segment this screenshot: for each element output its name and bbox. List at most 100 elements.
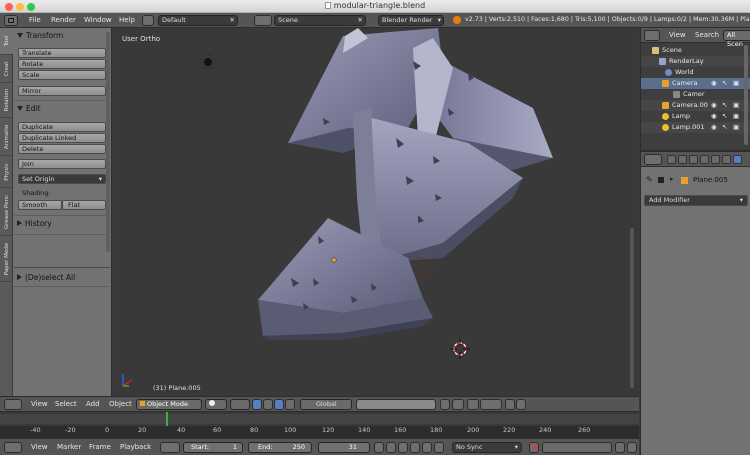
play-reverse-icon[interactable]: [398, 442, 408, 453]
close-icon[interactable]: ✕: [230, 16, 235, 25]
manipulator-toggle[interactable]: [252, 399, 262, 410]
world-tab-icon[interactable]: [700, 155, 709, 164]
opengl-render-icon[interactable]: [505, 399, 515, 410]
add-modifier-menu[interactable]: Add Modifier ▾: [644, 195, 748, 206]
menu-marker[interactable]: Marker: [57, 443, 81, 451]
record-icon[interactable]: [529, 442, 539, 453]
menu-window[interactable]: Window: [84, 16, 112, 24]
jump-end-icon[interactable]: [434, 442, 444, 453]
outliner-item-lamp-001[interactable]: Lamp.001 ◉ ↖ ▣: [641, 122, 750, 133]
join-button[interactable]: Join: [18, 159, 106, 169]
display-mode-select[interactable]: All Scen: [723, 30, 750, 48]
timeline-scrollbar[interactable]: [0, 414, 639, 424]
scale-manipulator-icon[interactable]: [285, 399, 295, 410]
outliner-menu-view[interactable]: View: [669, 31, 686, 39]
outliner-item-render-layers[interactable]: RenderLay: [641, 56, 750, 67]
lock-camera-icon[interactable]: [440, 399, 450, 410]
renderable-camera-icon[interactable]: ▣: [733, 78, 739, 89]
renderable-camera-icon[interactable]: ▣: [733, 111, 739, 122]
object-tab-icon[interactable]: [711, 155, 720, 164]
pivot-point-select[interactable]: [230, 399, 250, 410]
jump-start-icon[interactable]: [374, 442, 384, 453]
visibility-eye-icon[interactable]: ◉: [711, 78, 717, 89]
jump-keyframe-forward-icon[interactable]: [422, 442, 432, 453]
editor-type-icon[interactable]: [644, 30, 660, 41]
jump-keyframe-back-icon[interactable]: [386, 442, 396, 453]
play-icon[interactable]: [410, 442, 420, 453]
menu-object[interactable]: Object: [109, 400, 132, 408]
editor-type-icon[interactable]: [644, 154, 662, 165]
edit-panel-header[interactable]: Edit: [15, 104, 110, 115]
render-layers-tab-icon[interactable]: [678, 155, 687, 164]
preview-range-toggle[interactable]: [160, 442, 180, 453]
scene-tab-icon[interactable]: [689, 155, 698, 164]
editor-type-icon[interactable]: [4, 442, 22, 453]
scene-select[interactable]: Scene ✕: [274, 15, 366, 26]
layer-buttons[interactable]: [356, 399, 436, 410]
outliner-item-world[interactable]: World: [641, 67, 750, 78]
proportional-edit-icon[interactable]: [452, 399, 464, 410]
rotate-button[interactable]: Rotate: [18, 59, 106, 69]
last-operator-panel-header[interactable]: (De)select All: [15, 273, 110, 284]
screen-layout-select[interactable]: Default ✕: [158, 15, 238, 26]
renderable-camera-icon[interactable]: ▣: [733, 100, 739, 111]
outliner-item-lamp[interactable]: Lamp ◉ ↖ ▣: [641, 111, 750, 122]
set-origin-menu[interactable]: Set Origin ▾: [18, 174, 106, 184]
interaction-mode-select[interactable]: Object Mode: [136, 399, 202, 410]
keying-set-field[interactable]: [542, 442, 612, 453]
current-frame-field[interactable]: 31: [318, 442, 370, 453]
duplicate-linked-button[interactable]: Duplicate Linked: [18, 133, 106, 143]
snap-icon[interactable]: [467, 399, 479, 410]
translate-button[interactable]: Translate: [18, 48, 106, 58]
selectable-cursor-icon[interactable]: ↖: [722, 122, 727, 133]
render-tab-icon[interactable]: [667, 155, 676, 164]
editor-type-icon[interactable]: [4, 399, 22, 410]
renderable-camera-icon[interactable]: ▣: [733, 122, 739, 133]
outliner-menu-search[interactable]: Search: [695, 31, 719, 39]
menu-add[interactable]: Add: [86, 400, 100, 408]
delete-button[interactable]: Delete: [18, 144, 106, 154]
sync-mode-select[interactable]: No Sync ▾: [452, 442, 522, 453]
3d-cursor-icon[interactable]: [450, 339, 470, 359]
close-icon[interactable]: ✕: [358, 16, 363, 25]
transform-orientation-select[interactable]: Global: [300, 399, 352, 410]
viewport-scrollbar[interactable]: [630, 228, 634, 388]
tool-shelf-scrollbar[interactable]: [106, 32, 110, 252]
modifiers-tab-icon[interactable]: [733, 155, 742, 164]
shade-flat-button[interactable]: Flat: [62, 200, 106, 210]
duplicate-button[interactable]: Duplicate: [18, 122, 106, 132]
delete-keyframe-icon[interactable]: [627, 442, 637, 453]
outliner-scrollbar[interactable]: [744, 45, 748, 145]
object-origin-point[interactable]: [331, 257, 337, 263]
visibility-eye-icon[interactable]: ◉: [711, 100, 717, 111]
outliner-item-camera[interactable]: Camera ◉ ↖ ▣: [641, 78, 750, 89]
render-engine-select[interactable]: Blender Render ▾: [378, 15, 444, 26]
selectable-cursor-icon[interactable]: ↖: [722, 100, 727, 111]
tab-paper-model[interactable]: Paper Mode: [0, 236, 13, 282]
shade-smooth-button[interactable]: Smooth: [18, 200, 62, 210]
menu-playback[interactable]: Playback: [120, 443, 151, 451]
selectable-cursor-icon[interactable]: ↖: [722, 78, 727, 89]
snap-element-select[interactable]: [480, 399, 502, 410]
transform-panel-header[interactable]: Transform: [15, 31, 110, 42]
constraints-tab-icon[interactable]: [722, 155, 731, 164]
viewport-shading-select[interactable]: [205, 399, 227, 410]
scene-selector-icon[interactable]: [254, 15, 272, 26]
pin-icon[interactable]: ✎: [646, 175, 653, 184]
outliner-item-camera-001[interactable]: Camera.00 ◉ ↖ ▣: [641, 100, 750, 111]
scale-button[interactable]: Scale: [18, 70, 106, 80]
timeline-editor[interactable]: -40 -20 0 20 40 60 80 100 120 140 160 18…: [0, 411, 639, 439]
selectable-cursor-icon[interactable]: ↖: [722, 111, 727, 122]
end-frame-field[interactable]: End: 250: [248, 442, 312, 453]
menu-file[interactable]: File: [29, 16, 41, 24]
menu-select[interactable]: Select: [55, 400, 77, 408]
screen-layout-icon[interactable]: [142, 15, 154, 26]
rotate-manipulator-icon[interactable]: [274, 399, 284, 410]
lamp-icon[interactable]: [204, 58, 212, 66]
menu-view[interactable]: View: [31, 443, 48, 451]
opengl-animation-icon[interactable]: [516, 399, 526, 410]
visibility-eye-icon[interactable]: ◉: [711, 111, 717, 122]
visibility-eye-icon[interactable]: ◉: [711, 122, 717, 133]
menu-help[interactable]: Help: [119, 16, 135, 24]
history-panel-header[interactable]: History: [15, 219, 110, 230]
